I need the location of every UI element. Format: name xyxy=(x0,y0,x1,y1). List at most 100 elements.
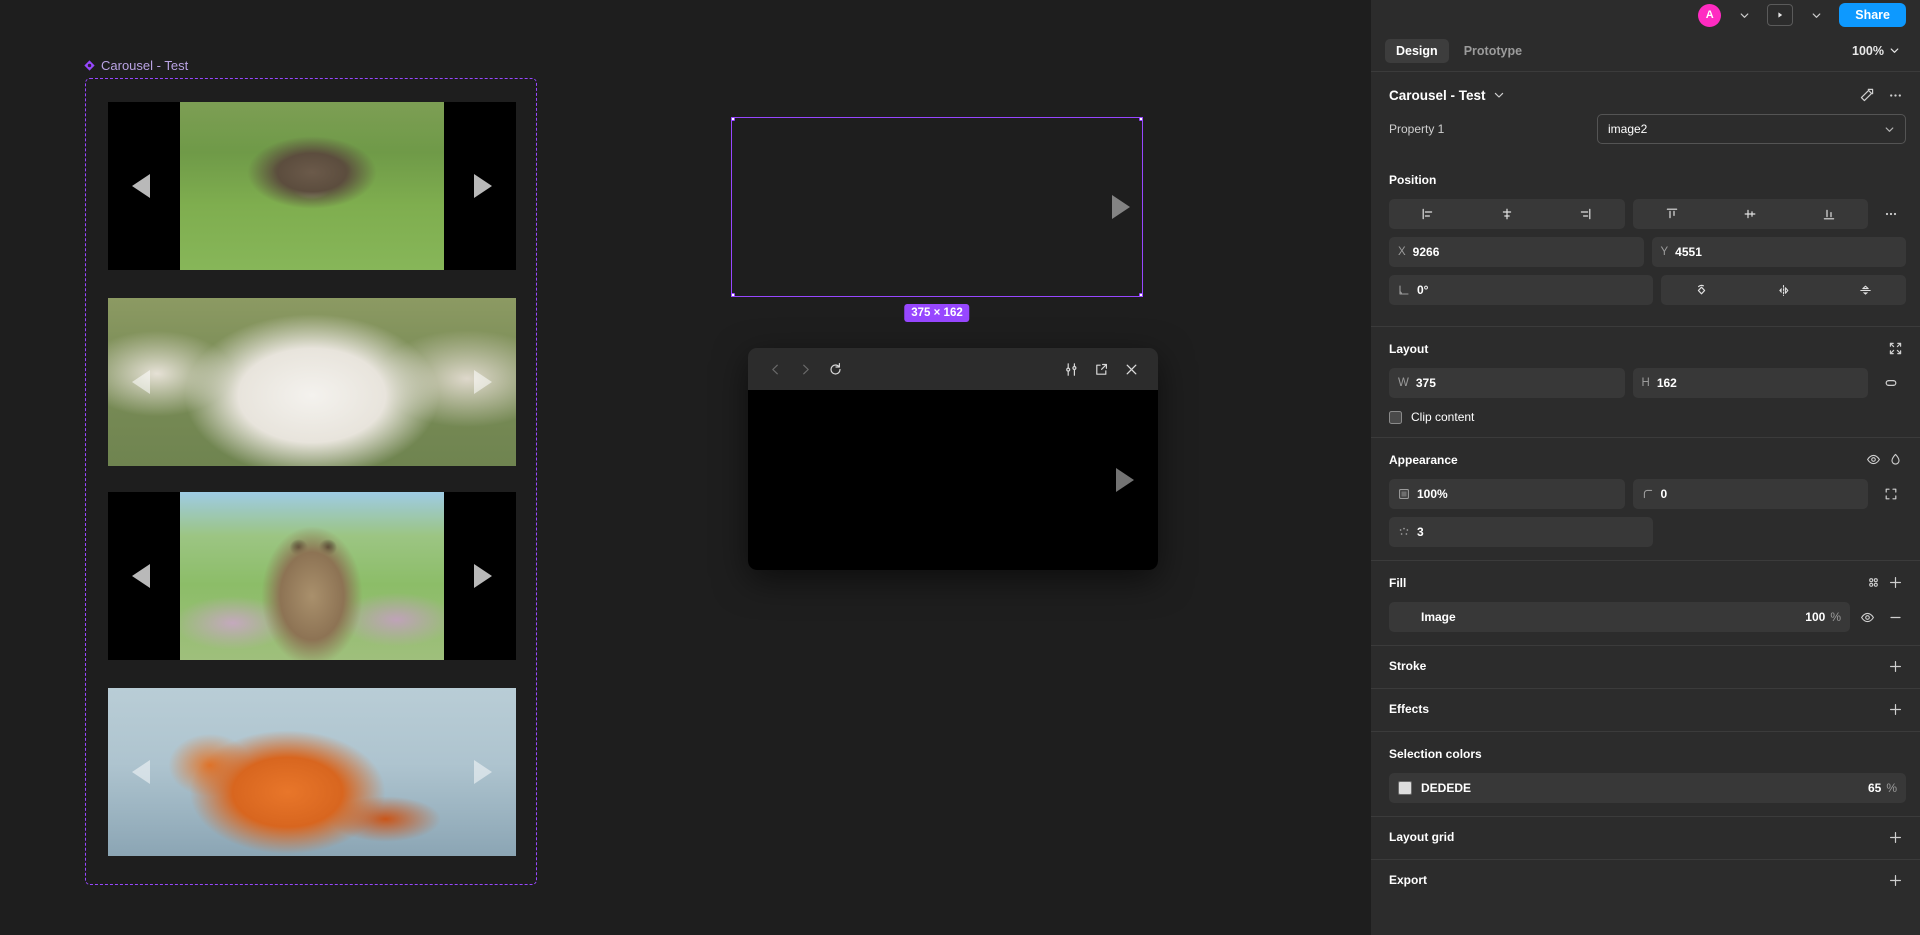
flip-horizontal-icon[interactable] xyxy=(1742,275,1824,305)
resize-handle-bottom-left[interactable] xyxy=(732,293,735,296)
resize-handle-bottom-right[interactable] xyxy=(1139,293,1142,296)
add-stroke-icon[interactable] xyxy=(1884,657,1906,675)
add-effect-icon[interactable] xyxy=(1884,700,1906,718)
appearance-title: Appearance xyxy=(1389,452,1458,467)
carousel-slide-2[interactable] xyxy=(108,298,516,466)
selection-color-opacity-value: 65 xyxy=(1867,781,1882,795)
align-left-icon[interactable] xyxy=(1389,199,1468,229)
align-vertical-center-icon[interactable] xyxy=(1711,199,1790,229)
slide-2-next-arrow[interactable] xyxy=(472,369,494,395)
add-layout-grid-icon[interactable] xyxy=(1884,828,1906,846)
chevron-right-icon[interactable] xyxy=(792,356,818,382)
avatar[interactable]: A xyxy=(1698,3,1722,27)
export-section: Export xyxy=(1371,860,1920,902)
selection-colors-header: Selection colors xyxy=(1389,745,1906,762)
property-1-value: image2 xyxy=(1608,122,1648,136)
selected-node-image-food xyxy=(732,118,1142,296)
add-fill-icon[interactable] xyxy=(1884,574,1906,592)
slide-3-prev-arrow[interactable] xyxy=(130,563,152,589)
align-horizontal-center-icon[interactable] xyxy=(1468,199,1547,229)
effects-section: Effects xyxy=(1371,689,1920,732)
alignment-more-options-icon[interactable] xyxy=(1876,199,1906,229)
selected-node[interactable] xyxy=(731,117,1143,297)
visibility-eye-icon[interactable] xyxy=(1862,451,1884,469)
canvas-area[interactable]: Carousel - Test 375 × 162 xyxy=(0,0,1370,935)
selection-color-item[interactable]: DEDEDE 65 % xyxy=(1389,773,1906,803)
fill-item[interactable]: Image 100 % xyxy=(1389,602,1850,632)
fill-visibility-eye-icon[interactable] xyxy=(1856,608,1878,626)
chevron-down-icon[interactable] xyxy=(1493,89,1505,101)
zoom-control[interactable]: 100% xyxy=(1846,40,1906,62)
fill-opacity-input[interactable]: 100 % xyxy=(1805,610,1841,624)
component-dashed-frame[interactable] xyxy=(85,78,537,885)
resize-handle-top-right[interactable] xyxy=(1139,118,1142,121)
corner-radius-input[interactable]: 0 xyxy=(1632,479,1868,509)
slide-1-next-arrow[interactable] xyxy=(472,173,494,199)
horizontal-align-group xyxy=(1389,199,1625,229)
edit-component-icon[interactable] xyxy=(1855,86,1877,104)
y-position-input[interactable]: Y 4551 xyxy=(1651,237,1906,267)
chevron-down-icon[interactable] xyxy=(1731,4,1757,26)
resize-to-fit-icon[interactable] xyxy=(1884,340,1906,358)
opacity-corner-row: 100% 0 xyxy=(1389,479,1906,509)
selection-color-opacity-input[interactable]: 65 % xyxy=(1868,781,1897,795)
present-options-chevron-icon[interactable] xyxy=(1803,4,1829,26)
remove-fill-icon[interactable] xyxy=(1884,608,1906,626)
vertical-align-group xyxy=(1632,199,1869,229)
lock-aspect-ratio-icon[interactable] xyxy=(1876,368,1906,398)
preview-next-arrow[interactable] xyxy=(1114,467,1136,493)
rotation-input[interactable]: 0° xyxy=(1389,275,1653,305)
tab-design[interactable]: Design xyxy=(1385,38,1449,63)
flip-vertical-icon[interactable] xyxy=(1824,275,1906,305)
width-input[interactable]: W 375 xyxy=(1389,368,1625,398)
node-more-options-icon[interactable] xyxy=(1884,86,1906,104)
blend-input[interactable]: 3 xyxy=(1389,517,1653,547)
align-top-icon[interactable] xyxy=(1633,199,1712,229)
resize-handle-top-left[interactable] xyxy=(732,118,735,121)
component-property-row: Property 1 image2 xyxy=(1371,114,1920,158)
carousel-slide-1[interactable] xyxy=(108,102,516,270)
slide-2-prev-arrow[interactable] xyxy=(130,369,152,395)
preview-content[interactable] xyxy=(748,390,1158,570)
height-input[interactable]: H 162 xyxy=(1632,368,1868,398)
slide-3-next-arrow[interactable] xyxy=(472,563,494,589)
share-button[interactable]: Share xyxy=(1839,2,1906,28)
fill-styles-icon[interactable] xyxy=(1862,574,1884,592)
selected-node-next-arrow[interactable] xyxy=(1110,194,1132,220)
align-right-icon[interactable] xyxy=(1546,199,1625,229)
component-label[interactable]: Carousel - Test xyxy=(84,58,188,73)
top-toolbar: A Share xyxy=(1371,0,1920,30)
close-icon[interactable] xyxy=(1118,356,1144,382)
export-title: Export xyxy=(1389,873,1428,887)
independent-corners-icon[interactable] xyxy=(1876,479,1906,509)
xy-row: X 9266 Y 4551 xyxy=(1389,237,1906,267)
corner-radius-icon xyxy=(1642,488,1654,500)
chevron-left-icon[interactable] xyxy=(762,356,788,382)
opacity-input[interactable]: 100% xyxy=(1389,479,1625,509)
image-fill-swatch[interactable] xyxy=(1398,610,1412,624)
sliders-icon[interactable] xyxy=(1058,356,1084,382)
chevron-down-icon xyxy=(1890,48,1899,53)
slide-4-next-arrow[interactable] xyxy=(472,759,494,785)
present-play-button[interactable] xyxy=(1767,4,1794,26)
corner-radius-value: 0 xyxy=(1660,487,1668,501)
clip-content-checkbox[interactable] xyxy=(1389,410,1402,424)
rotation-value: 0° xyxy=(1417,283,1429,297)
property-1-select[interactable]: image2 xyxy=(1597,114,1906,144)
carousel-slide-3[interactable] xyxy=(108,492,516,660)
x-position-input[interactable]: X 9266 xyxy=(1389,237,1644,267)
slide-4-prev-arrow[interactable] xyxy=(130,759,152,785)
slide-1-prev-arrow[interactable] xyxy=(130,173,152,199)
blend-mode-icon[interactable] xyxy=(1884,451,1906,469)
open-external-icon[interactable] xyxy=(1088,356,1114,382)
add-export-icon[interactable] xyxy=(1884,871,1906,889)
tab-prototype[interactable]: Prototype xyxy=(1453,39,1533,63)
preview-window[interactable] xyxy=(748,348,1158,570)
clip-content-row[interactable]: Clip content xyxy=(1389,406,1906,424)
restart-icon[interactable] xyxy=(822,356,848,382)
align-bottom-icon[interactable] xyxy=(1790,199,1869,229)
selection-colors-title: Selection colors xyxy=(1389,746,1482,761)
flip-rotate-icon[interactable] xyxy=(1661,275,1743,305)
selection-color-swatch[interactable] xyxy=(1398,781,1412,795)
carousel-slide-4[interactable] xyxy=(108,688,516,856)
